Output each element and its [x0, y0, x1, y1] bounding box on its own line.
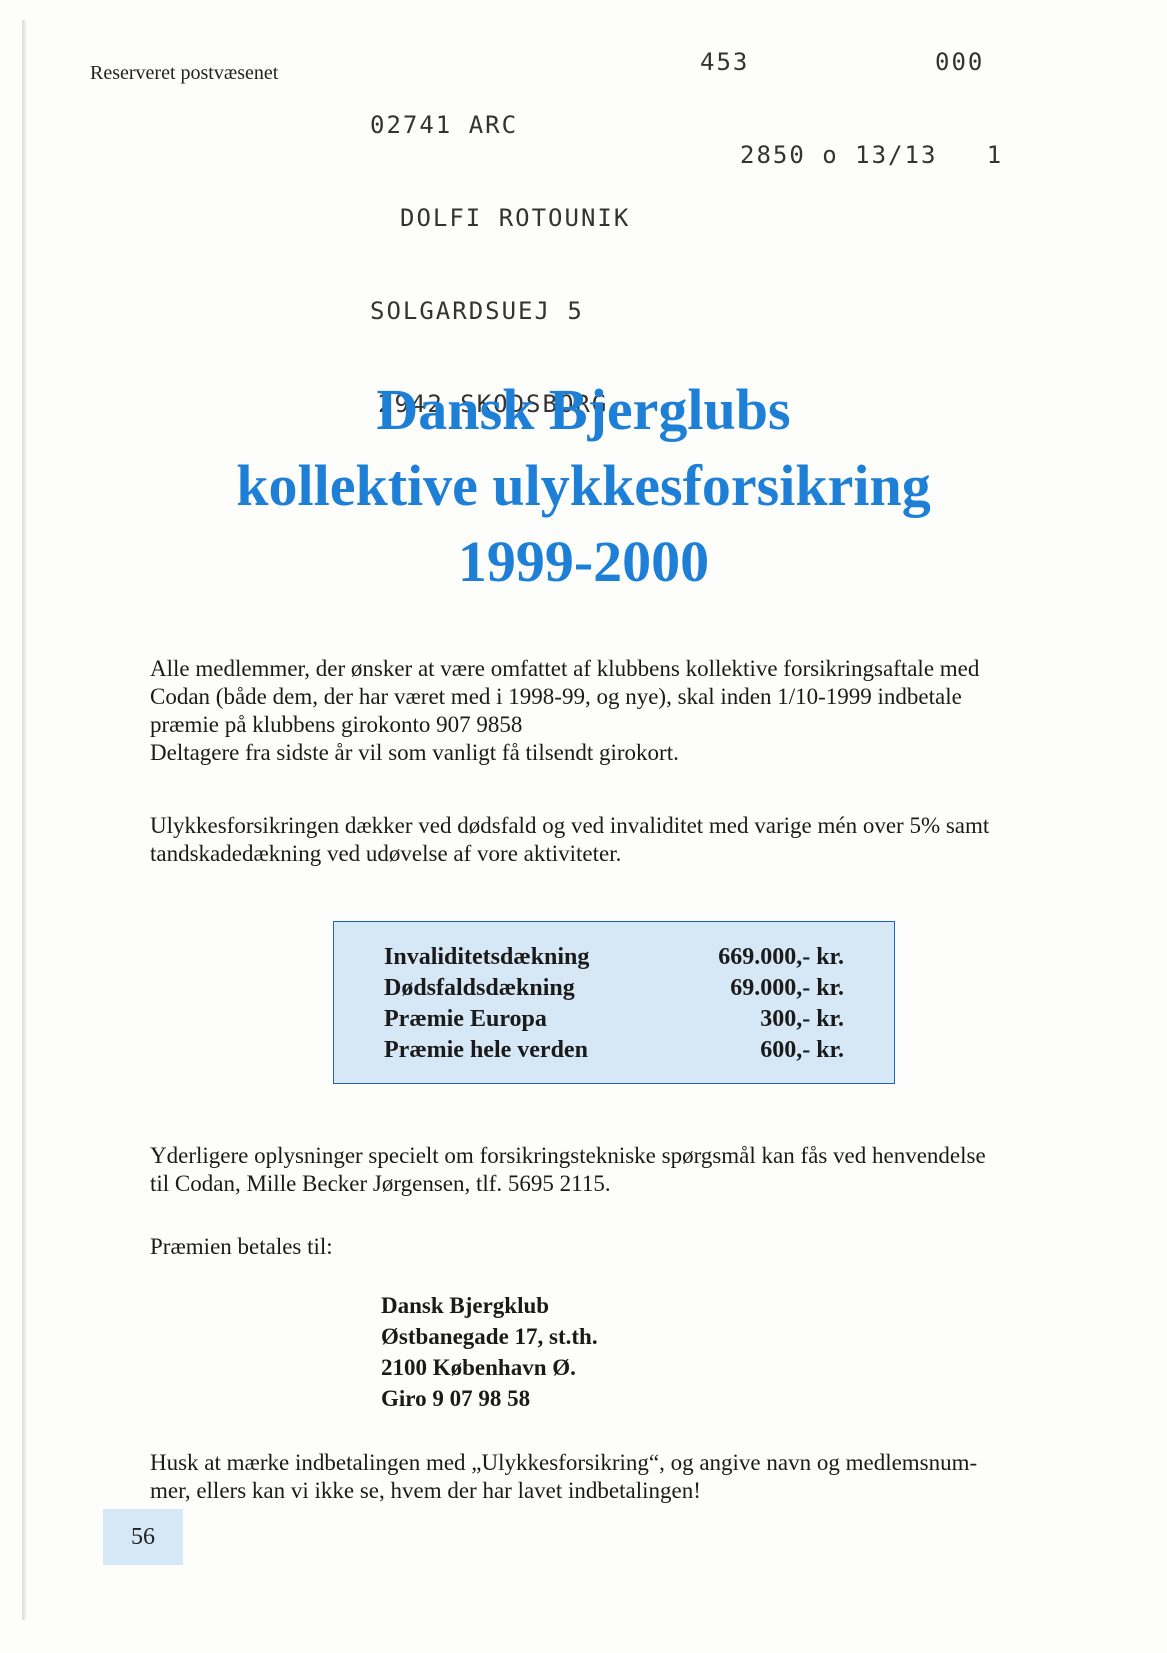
intro-line: Alle medlemmer, der ønsker at være omfat… [150, 656, 980, 681]
address-line: DOLFI ROTOUNIK [400, 204, 631, 232]
address-code-000: 000 [935, 48, 985, 76]
title-line-1: Dansk Bjerglubs [376, 377, 791, 442]
coverage-paragraph: Ulykkesforsikringen dækker ved dødsfald … [150, 812, 1110, 868]
intro-line: præmie på klubbens girokonto 907 9858 [150, 712, 523, 737]
coverage-line: Ulykkesforsikringen dækker ved dødsfald … [150, 813, 990, 838]
title-line-2: kollektive ulykkesforsikring [236, 453, 931, 518]
info-line: Yderligere oplysninger specielt om forsi… [150, 1143, 986, 1168]
address-code-453: 453 [700, 48, 750, 76]
coverage-line: tandskadedækning ved udøvelse af vore ak… [150, 841, 622, 866]
coverage-label: Præmie Europa [384, 1006, 547, 1032]
intro-line: Deltagere fra sidste år vil som vanligt … [150, 740, 679, 765]
page-title: Dansk Bjerglubs kollektive ulykkesforsik… [0, 372, 1167, 600]
coverage-row: Præmie Europa 300,- kr. [384, 1006, 844, 1036]
coverage-label: Dødsfaldsdækning [384, 975, 575, 1001]
intro-paragraph: Alle medlemmer, der ønsker at være omfat… [150, 655, 1110, 767]
coverage-label: Invaliditetsdækning [384, 944, 590, 970]
coverage-value: 69.000,- kr. [730, 975, 844, 1001]
coverage-row: Invaliditetsdækning 669.000,- kr. [384, 944, 844, 974]
coverage-label: Præmie hele verden [384, 1037, 588, 1063]
postal-line: 2850 o 13/13 1 [740, 141, 1004, 169]
coverage-row: Dødsfaldsdækning 69.000,- kr. [384, 975, 844, 1005]
coverage-row: Præmie hele verden 600,- kr. [384, 1037, 844, 1067]
info-line: til Codan, Mille Becker Jørgensen, tlf. … [150, 1171, 611, 1196]
info-paragraph: Yderligere oplysninger specielt om forsi… [150, 1142, 1110, 1198]
page-number: 56 [103, 1509, 183, 1565]
reserved-label: Reserveret postvæsenet [90, 62, 279, 84]
payee-address: Dansk Bjergklub Østbanegade 17, st.th. 2… [381, 1290, 598, 1414]
payee-street: Østbanegade 17, st.th. [381, 1324, 598, 1349]
payee-city: 2100 København Ø. [381, 1355, 576, 1380]
payee-giro: Giro 9 07 98 58 [381, 1386, 531, 1411]
title-line-3: 1999-2000 [457, 529, 710, 594]
reminder-line: Husk at mærke indbetalingen med „Ulykkes… [150, 1450, 978, 1475]
page-edge [22, 20, 26, 1620]
coverage-value: 669.000,- kr. [718, 944, 844, 970]
pay-to-label: Præmien betales til: [150, 1233, 1110, 1261]
intro-line: Codan (både dem, der har været med i 199… [150, 684, 962, 709]
coverage-table: Invaliditetsdækning 669.000,- kr. Dødsfa… [333, 921, 895, 1084]
reminder-paragraph: Husk at mærke indbetalingen med „Ulykkes… [150, 1449, 1110, 1505]
pay-to-text: Præmien betales til: [150, 1234, 333, 1259]
coverage-value: 300,- kr. [760, 1006, 844, 1032]
address-line: SOLGARDSUEJ 5 [370, 297, 584, 325]
coverage-value: 600,- kr. [760, 1037, 844, 1063]
payee-name: Dansk Bjergklub [381, 1293, 550, 1318]
address-line: 02741 ARC [370, 111, 519, 139]
reminder-line: mer, ellers kan vi ikke se, hvem der har… [150, 1478, 701, 1503]
